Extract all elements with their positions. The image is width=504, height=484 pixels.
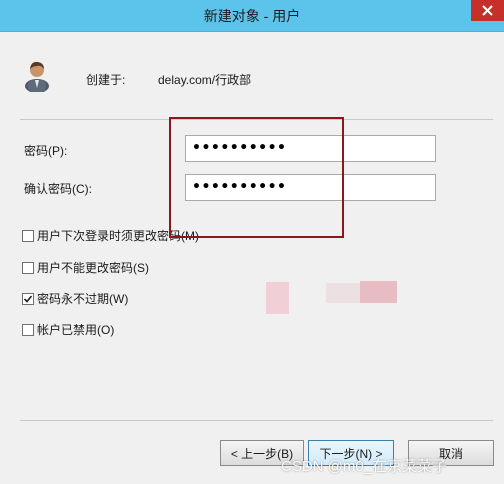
blur-artifact bbox=[360, 281, 397, 303]
window-title: 新建对象 - 用户 bbox=[203, 8, 301, 24]
title-bar: 新建对象 - 用户 bbox=[0, 0, 504, 32]
checkbox-box[interactable] bbox=[22, 229, 34, 242]
checkbox-label: 密码永不过期(W) bbox=[37, 292, 129, 306]
checkbox-box[interactable] bbox=[22, 261, 34, 274]
check-icon bbox=[23, 294, 33, 303]
highlight-annotation bbox=[169, 117, 344, 238]
created-in-value: delay.com/行政部 bbox=[158, 73, 252, 87]
checkbox-box[interactable] bbox=[22, 323, 34, 336]
checkbox-label: 用户不能更改密码(S) bbox=[37, 261, 149, 275]
blur-artifact bbox=[266, 282, 289, 314]
checkbox-box[interactable] bbox=[22, 292, 34, 305]
checkbox-password-never-expires[interactable]: 密码永不过期(W) bbox=[22, 290, 128, 307]
password-label: 密码(P): bbox=[24, 144, 68, 158]
checkbox-label: 帐户已禁用(O) bbox=[37, 323, 115, 337]
close-button[interactable] bbox=[471, 0, 504, 21]
divider bbox=[20, 420, 493, 421]
checkbox-account-disabled[interactable]: 帐户已禁用(O) bbox=[22, 321, 114, 338]
checkbox-cannot-change-password[interactable]: 用户不能更改密码(S) bbox=[22, 259, 149, 276]
blur-artifact bbox=[326, 283, 360, 303]
created-in-label: 创建于: bbox=[86, 73, 126, 87]
user-icon bbox=[25, 61, 49, 92]
confirm-password-label: 确认密码(C): bbox=[24, 182, 92, 196]
close-icon bbox=[482, 5, 493, 16]
watermark: CSDN @m0_在京菜菜子 bbox=[281, 458, 448, 475]
